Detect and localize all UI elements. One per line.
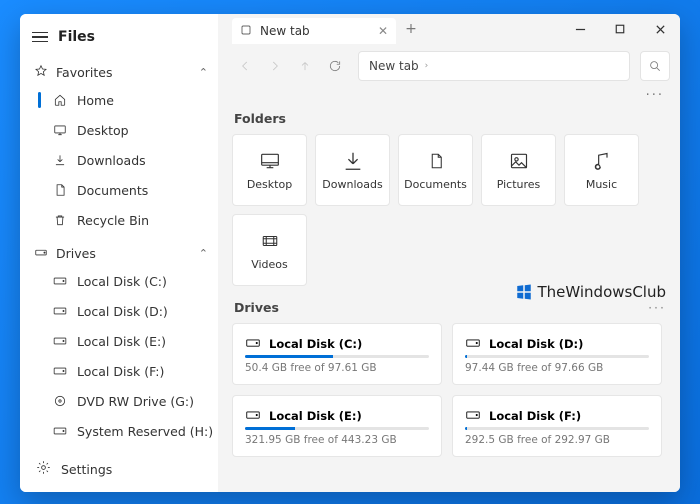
close-tab-icon[interactable]: ✕ bbox=[378, 25, 388, 37]
trash-icon bbox=[52, 213, 67, 227]
pictures-icon bbox=[508, 150, 530, 172]
app-title: Files bbox=[58, 29, 95, 45]
drive-icon bbox=[34, 245, 48, 262]
video-icon bbox=[258, 230, 282, 252]
drives-grid: Local Disk (C:)50.4 GB free of 97.61 GBL… bbox=[232, 323, 666, 457]
folder-card[interactable]: Videos bbox=[232, 214, 307, 286]
close-button[interactable] bbox=[640, 14, 680, 44]
tab-icon bbox=[240, 24, 252, 39]
drive-subtext: 50.4 GB free of 97.61 GB bbox=[245, 362, 429, 374]
folder-label: Desktop bbox=[247, 178, 292, 191]
desktop-icon bbox=[52, 123, 67, 137]
forward-button[interactable] bbox=[262, 53, 288, 79]
folder-card[interactable]: Music bbox=[564, 134, 639, 206]
folder-label: Downloads bbox=[322, 178, 382, 191]
disk-icon bbox=[245, 409, 261, 423]
desktop-icon bbox=[257, 150, 283, 172]
folders-grid: Desktop Downloads Documents Pictures Music Vi… bbox=[232, 134, 666, 286]
download-icon bbox=[342, 150, 364, 172]
disk-icon bbox=[52, 306, 67, 316]
drive-label: Local Disk (F:) bbox=[489, 409, 581, 423]
disk-icon bbox=[52, 366, 67, 376]
titlebar: New tab ✕ + bbox=[218, 14, 680, 44]
sidebar-item-disk-d[interactable]: Local Disk (D:) bbox=[20, 296, 218, 326]
document-icon bbox=[52, 183, 67, 197]
sidebar-settings[interactable]: Settings bbox=[20, 452, 218, 486]
minimize-button[interactable] bbox=[560, 14, 600, 44]
dvd-icon bbox=[52, 394, 67, 408]
folder-card[interactable]: Documents bbox=[398, 134, 473, 206]
drive-card[interactable]: Local Disk (F:) 292.5 GB free of 292.97 G… bbox=[452, 395, 662, 457]
gear-icon bbox=[36, 460, 51, 478]
hamburger-icon[interactable] bbox=[32, 32, 48, 43]
drive-label: Local Disk (C:) bbox=[269, 337, 362, 351]
folder-card[interactable]: Desktop bbox=[232, 134, 307, 206]
folders-section-label: Folders bbox=[234, 111, 666, 126]
disk-icon bbox=[245, 337, 261, 351]
sidebar-item-desktop[interactable]: Desktop bbox=[20, 115, 218, 145]
sidebar-item-disk-f[interactable]: Local Disk (F:) bbox=[20, 356, 218, 386]
drive-progress bbox=[465, 355, 649, 358]
drive-progress bbox=[245, 427, 429, 430]
drive-label: Local Disk (D:) bbox=[489, 337, 583, 351]
app-window: Files Favorites ⌃ Home Desktop Downloads bbox=[20, 14, 680, 492]
drive-progress bbox=[465, 427, 649, 430]
drive-card[interactable]: Local Disk (E:) 321.95 GB free of 443.23 … bbox=[232, 395, 442, 457]
folder-card[interactable]: Pictures bbox=[481, 134, 556, 206]
sidebar-item-home[interactable]: Home bbox=[20, 85, 218, 115]
maximize-button[interactable] bbox=[600, 14, 640, 44]
drive-progress bbox=[245, 355, 429, 358]
drives-section-label: Drives ··· bbox=[234, 300, 666, 315]
star-icon bbox=[34, 64, 48, 81]
sidebar: Files Favorites ⌃ Home Desktop Downloads bbox=[20, 14, 218, 492]
sidebar-item-documents[interactable]: Documents bbox=[20, 175, 218, 205]
disk-icon bbox=[465, 409, 481, 423]
drives-section-more-icon[interactable]: ··· bbox=[648, 300, 666, 315]
sidebar-section-drives[interactable]: Drives ⌃ bbox=[20, 241, 218, 266]
sidebar-header: Files bbox=[20, 14, 218, 60]
drive-card[interactable]: Local Disk (D:) 97.44 GB free of 97.66 GB bbox=[452, 323, 662, 385]
search-button[interactable] bbox=[640, 51, 670, 81]
home-icon bbox=[52, 93, 67, 107]
refresh-button[interactable] bbox=[322, 53, 348, 79]
folder-label: Pictures bbox=[497, 178, 541, 191]
chevron-up-icon: ⌃ bbox=[199, 66, 208, 79]
sidebar-item-downloads[interactable]: Downloads bbox=[20, 145, 218, 175]
main-area: New tab ✕ + New tab › ··· Folders D bbox=[218, 14, 680, 492]
chevron-right-icon: › bbox=[425, 61, 429, 71]
drive-label: Local Disk (E:) bbox=[269, 409, 362, 423]
drive-subtext: 97.44 GB free of 97.66 GB bbox=[465, 362, 649, 374]
drive-subtext: 292.5 GB free of 292.97 GB bbox=[465, 434, 649, 446]
more-options-icon[interactable]: ··· bbox=[646, 88, 664, 103]
sidebar-item-disk-c[interactable]: Local Disk (C:) bbox=[20, 266, 218, 296]
music-icon bbox=[592, 150, 612, 172]
back-button[interactable] bbox=[232, 53, 258, 79]
drive-card[interactable]: Local Disk (C:) 50.4 GB free of 97.61 GB bbox=[232, 323, 442, 385]
chevron-up-icon: ⌃ bbox=[199, 247, 208, 260]
sidebar-item-dvd[interactable]: DVD RW Drive (G:) bbox=[20, 386, 218, 416]
disk-icon bbox=[52, 426, 67, 436]
sidebar-section-favorites[interactable]: Favorites ⌃ bbox=[20, 60, 218, 85]
drive-subtext: 321.95 GB free of 443.23 GB bbox=[245, 434, 429, 446]
up-button[interactable] bbox=[292, 53, 318, 79]
folder-card[interactable]: Downloads bbox=[315, 134, 390, 206]
breadcrumb[interactable]: New tab › bbox=[358, 51, 630, 81]
folder-label: Documents bbox=[404, 178, 467, 191]
disk-icon bbox=[465, 337, 481, 351]
disk-icon bbox=[52, 276, 67, 286]
tab-current[interactable]: New tab ✕ bbox=[232, 18, 396, 44]
sidebar-item-system-reserved[interactable]: System Reserved (H:) bbox=[20, 416, 218, 446]
sidebar-item-disk-e[interactable]: Local Disk (E:) bbox=[20, 326, 218, 356]
sidebar-item-recyclebin[interactable]: Recycle Bin bbox=[20, 205, 218, 235]
toolbar: New tab › bbox=[218, 44, 680, 88]
disk-icon bbox=[52, 336, 67, 346]
content-area: Folders Desktop Downloads Documents Picture… bbox=[218, 105, 680, 492]
folder-label: Music bbox=[586, 178, 617, 191]
folder-label: Videos bbox=[251, 258, 288, 271]
new-tab-button[interactable]: + bbox=[396, 14, 426, 44]
download-icon bbox=[52, 153, 67, 167]
document-icon bbox=[427, 150, 445, 172]
